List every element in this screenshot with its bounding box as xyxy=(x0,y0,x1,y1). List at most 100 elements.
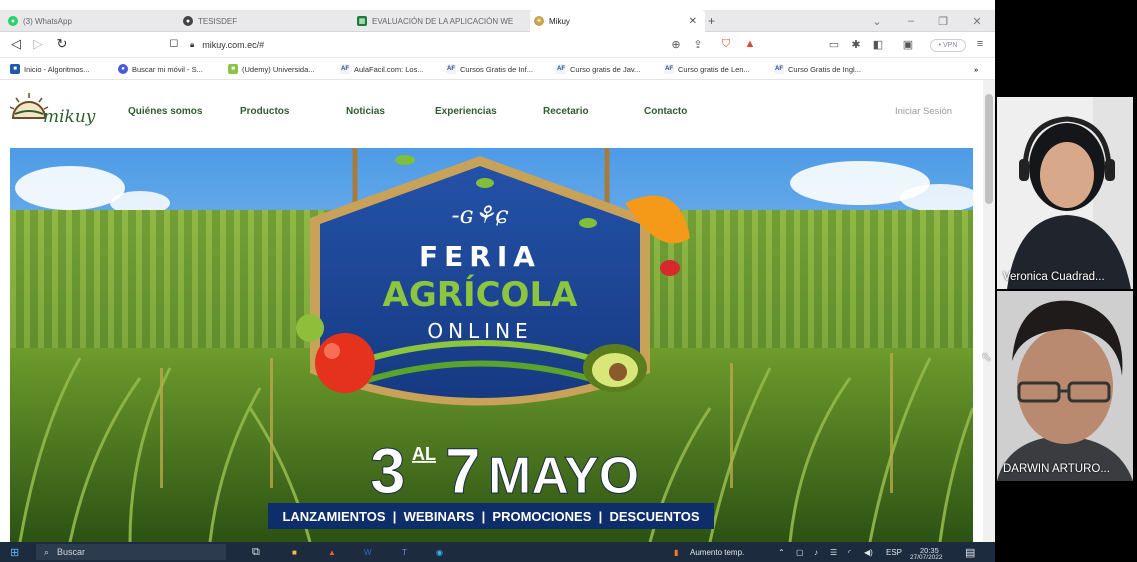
bookmark-label: AulaFacil.com: Los... xyxy=(354,64,424,74)
new-tab-button[interactable]: + xyxy=(708,10,726,32)
search-icon: ⌕ xyxy=(44,546,50,557)
bookmark-favicon-icon: ● xyxy=(118,64,128,74)
bookmark-favicon-icon: AF xyxy=(774,64,784,74)
edge-icon[interactable]: ◉ xyxy=(436,545,443,559)
bookmark-item[interactable]: AF Curso gratis de Jav... xyxy=(556,62,640,76)
tab-label: (3) WhatsApp xyxy=(23,16,72,26)
whatsapp-icon: ● xyxy=(8,16,18,26)
menu-icon[interactable]: ≡ xyxy=(972,36,988,52)
nav-productos[interactable]: Productos xyxy=(240,106,289,117)
reload-icon[interactable]: ↻ xyxy=(54,36,70,52)
tab-strip: ● (3) WhatsApp ● TESISDEF ▦ EVALUACIÓN D… xyxy=(0,10,995,32)
bookmark-favicon-icon: AF xyxy=(664,64,674,74)
bookmark-favicon-icon: AF xyxy=(556,64,566,74)
more-bookmarks-button[interactable]: » xyxy=(974,62,978,76)
tray-chevron-icon[interactable]: ⌃ xyxy=(778,545,785,559)
wallet-icon[interactable]: ▣ xyxy=(900,36,916,52)
sidebar-icon[interactable]: ◧ xyxy=(870,36,886,52)
site-navbar: mikuy Quiénes somos Productos Noticias E… xyxy=(0,80,983,144)
bookmark-item[interactable]: AF Cursos Gratis de Inf... xyxy=(446,62,533,76)
bookmark-favicon-icon: ■ xyxy=(228,64,238,74)
svg-text:7: 7 xyxy=(445,435,481,507)
nav-recetario[interactable]: Recetario xyxy=(543,106,589,117)
bookmark-favicon-icon: AF xyxy=(446,64,456,74)
back-icon[interactable]: ◁ xyxy=(8,36,24,52)
microphone-icon: ♪ xyxy=(814,547,818,557)
zoom-icon[interactable]: ⊕ xyxy=(668,36,684,52)
browser-window: ● (3) WhatsApp ● TESISDEF ▦ EVALUACIÓN D… xyxy=(0,0,995,562)
bookmark-label: Curso gratis de Jav... xyxy=(570,64,641,74)
participant-tile-darwin[interactable]: DARWIN ARTURO... xyxy=(997,291,1133,481)
tab-evaluacion[interactable]: ▦ EVALUACIÓN DE LA APLICACIÓN WE xyxy=(357,10,527,32)
svg-text:mikuy: mikuy xyxy=(43,107,96,127)
bookmark-label: Curso Gratis de Ingl... xyxy=(788,64,861,74)
bookmark-item[interactable]: AF Curso Gratis de Ingl... xyxy=(774,62,861,76)
nav-quienes-somos[interactable]: Quiénes somos xyxy=(128,106,202,117)
brave-icon[interactable]: ▲ xyxy=(328,545,336,559)
taskbar-search[interactable]: ⌕ Buscar xyxy=(36,544,226,560)
network-icon[interactable]: ☰ xyxy=(830,545,837,559)
weather-text[interactable]: Aumento temp. xyxy=(690,545,744,559)
task-view-icon[interactable]: ⧉ xyxy=(252,545,260,559)
extensions-icon[interactable]: ✱ xyxy=(848,36,864,52)
teams-icon[interactable]: T xyxy=(402,545,407,559)
svg-text:LANZAMIENTOS | WEBINARS |: LANZAMIENTOS | WEBINARS | PROMOCIONES | … xyxy=(282,509,699,524)
nav-noticias[interactable]: Noticias xyxy=(346,106,385,117)
site-logo[interactable]: mikuy xyxy=(9,92,105,132)
nav-experiencias[interactable]: Experiencias xyxy=(435,106,497,117)
address-bar-row: ◁ ▷ ↻ ◻ 🔒︎ mikuy.com.ec/# ⊕ ⇪ ⛉ ▲ ▭ ✱ ◧ … xyxy=(0,32,995,58)
windows-start-icon[interactable]: ⊞ xyxy=(10,545,19,559)
svg-text:MAYO: MAYO xyxy=(488,447,639,505)
bookmark-favicon-icon: ■ xyxy=(10,64,20,74)
bookmark-item[interactable]: AF AulaFacil.com: Los... xyxy=(340,62,424,76)
bookmark-label: (Udemy) Universida... xyxy=(242,64,315,74)
file-explorer-icon[interactable]: ■ xyxy=(292,545,297,559)
bookmark-favicon-icon: AF xyxy=(340,64,350,74)
participant-name: DARWIN ARTURO... xyxy=(1003,463,1110,475)
forward-icon[interactable]: ▷ xyxy=(30,36,46,52)
language-indicator[interactable]: ESP xyxy=(886,545,902,559)
bookmarks-bar: ■ Inicio - Algoritmos... ● Buscar mi móvil… xyxy=(0,58,995,80)
tray-camera-icon: ▢ xyxy=(796,547,804,557)
tab-whatsapp[interactable]: ● (3) WhatsApp xyxy=(8,10,158,32)
bookmark-icon[interactable]: ◻ xyxy=(166,36,182,49)
page-scrollbar[interactable] xyxy=(983,80,995,542)
participant-video-darwin xyxy=(997,291,1133,481)
svg-text:3: 3 xyxy=(370,435,406,507)
bookmark-item[interactable]: ■ (Udemy) Universida... xyxy=(228,62,315,76)
mikuy-logo-icon: mikuy xyxy=(9,93,96,127)
vpn-button[interactable]: • VPN xyxy=(930,39,966,52)
mikuy-icon: ☀ xyxy=(534,16,544,26)
tab-mikuy[interactable]: ☀ Mikuy ✕ xyxy=(530,10,705,32)
tab-tesisdef[interactable]: ● TESISDEF xyxy=(183,10,343,32)
url-field[interactable]: 🔒︎ mikuy.com.ec/# xyxy=(190,36,750,54)
clock-date[interactable]: 27/07/2022 xyxy=(910,553,943,562)
brave-rewards-icon[interactable]: ▲ xyxy=(742,36,758,52)
github-icon: ● xyxy=(183,16,193,26)
svg-text:-ɢ⚘ɕ: -ɢ⚘ɕ xyxy=(452,201,510,229)
bookmark-item[interactable]: ■ Inicio - Algoritmos... xyxy=(10,62,89,76)
login-link[interactable]: Iniciar Sesión xyxy=(895,106,952,117)
scrollbar-thumb[interactable] xyxy=(985,94,993,204)
bookmark-item[interactable]: ● Buscar mi móvil - S... xyxy=(118,62,203,76)
sheet-icon: ▦ xyxy=(357,16,367,26)
bookmark-item[interactable]: AF Curso gratis de Len... xyxy=(664,62,750,76)
tab-list-icon[interactable]: ⌄ xyxy=(862,10,892,32)
bookmark-label: Inicio - Algoritmos... xyxy=(24,64,90,74)
share-icon[interactable]: ⇪ xyxy=(690,36,706,52)
notifications-icon[interactable]: ▤ xyxy=(965,545,975,559)
maximize-icon[interactable]: ❐ xyxy=(928,10,958,32)
reading-list-icon[interactable]: ▭ xyxy=(826,36,842,52)
minimize-icon[interactable]: – xyxy=(896,10,926,32)
close-tab-icon[interactable]: ✕ xyxy=(689,16,697,27)
participant-tile-veronica[interactable]: Veronica Cuadrad... xyxy=(997,97,1133,289)
weather-icon: ▮ xyxy=(674,547,679,557)
nav-contacto[interactable]: Contacto xyxy=(644,106,687,117)
volume-icon[interactable]: ◀) xyxy=(864,545,873,559)
brave-shield-icon[interactable]: ⛉ xyxy=(718,36,734,52)
close-window-icon[interactable]: ✕ xyxy=(962,10,992,32)
wifi-icon[interactable]: ◜ xyxy=(848,545,851,559)
hero-banner[interactable]: -ɢ⚘ɕ FERIA AGRÍCOLA ONLINE 3 AL 7 MAYO L… xyxy=(10,148,973,542)
word-icon[interactable]: W xyxy=(364,545,372,559)
url-text: mikuy.com.ec/# xyxy=(202,40,265,50)
